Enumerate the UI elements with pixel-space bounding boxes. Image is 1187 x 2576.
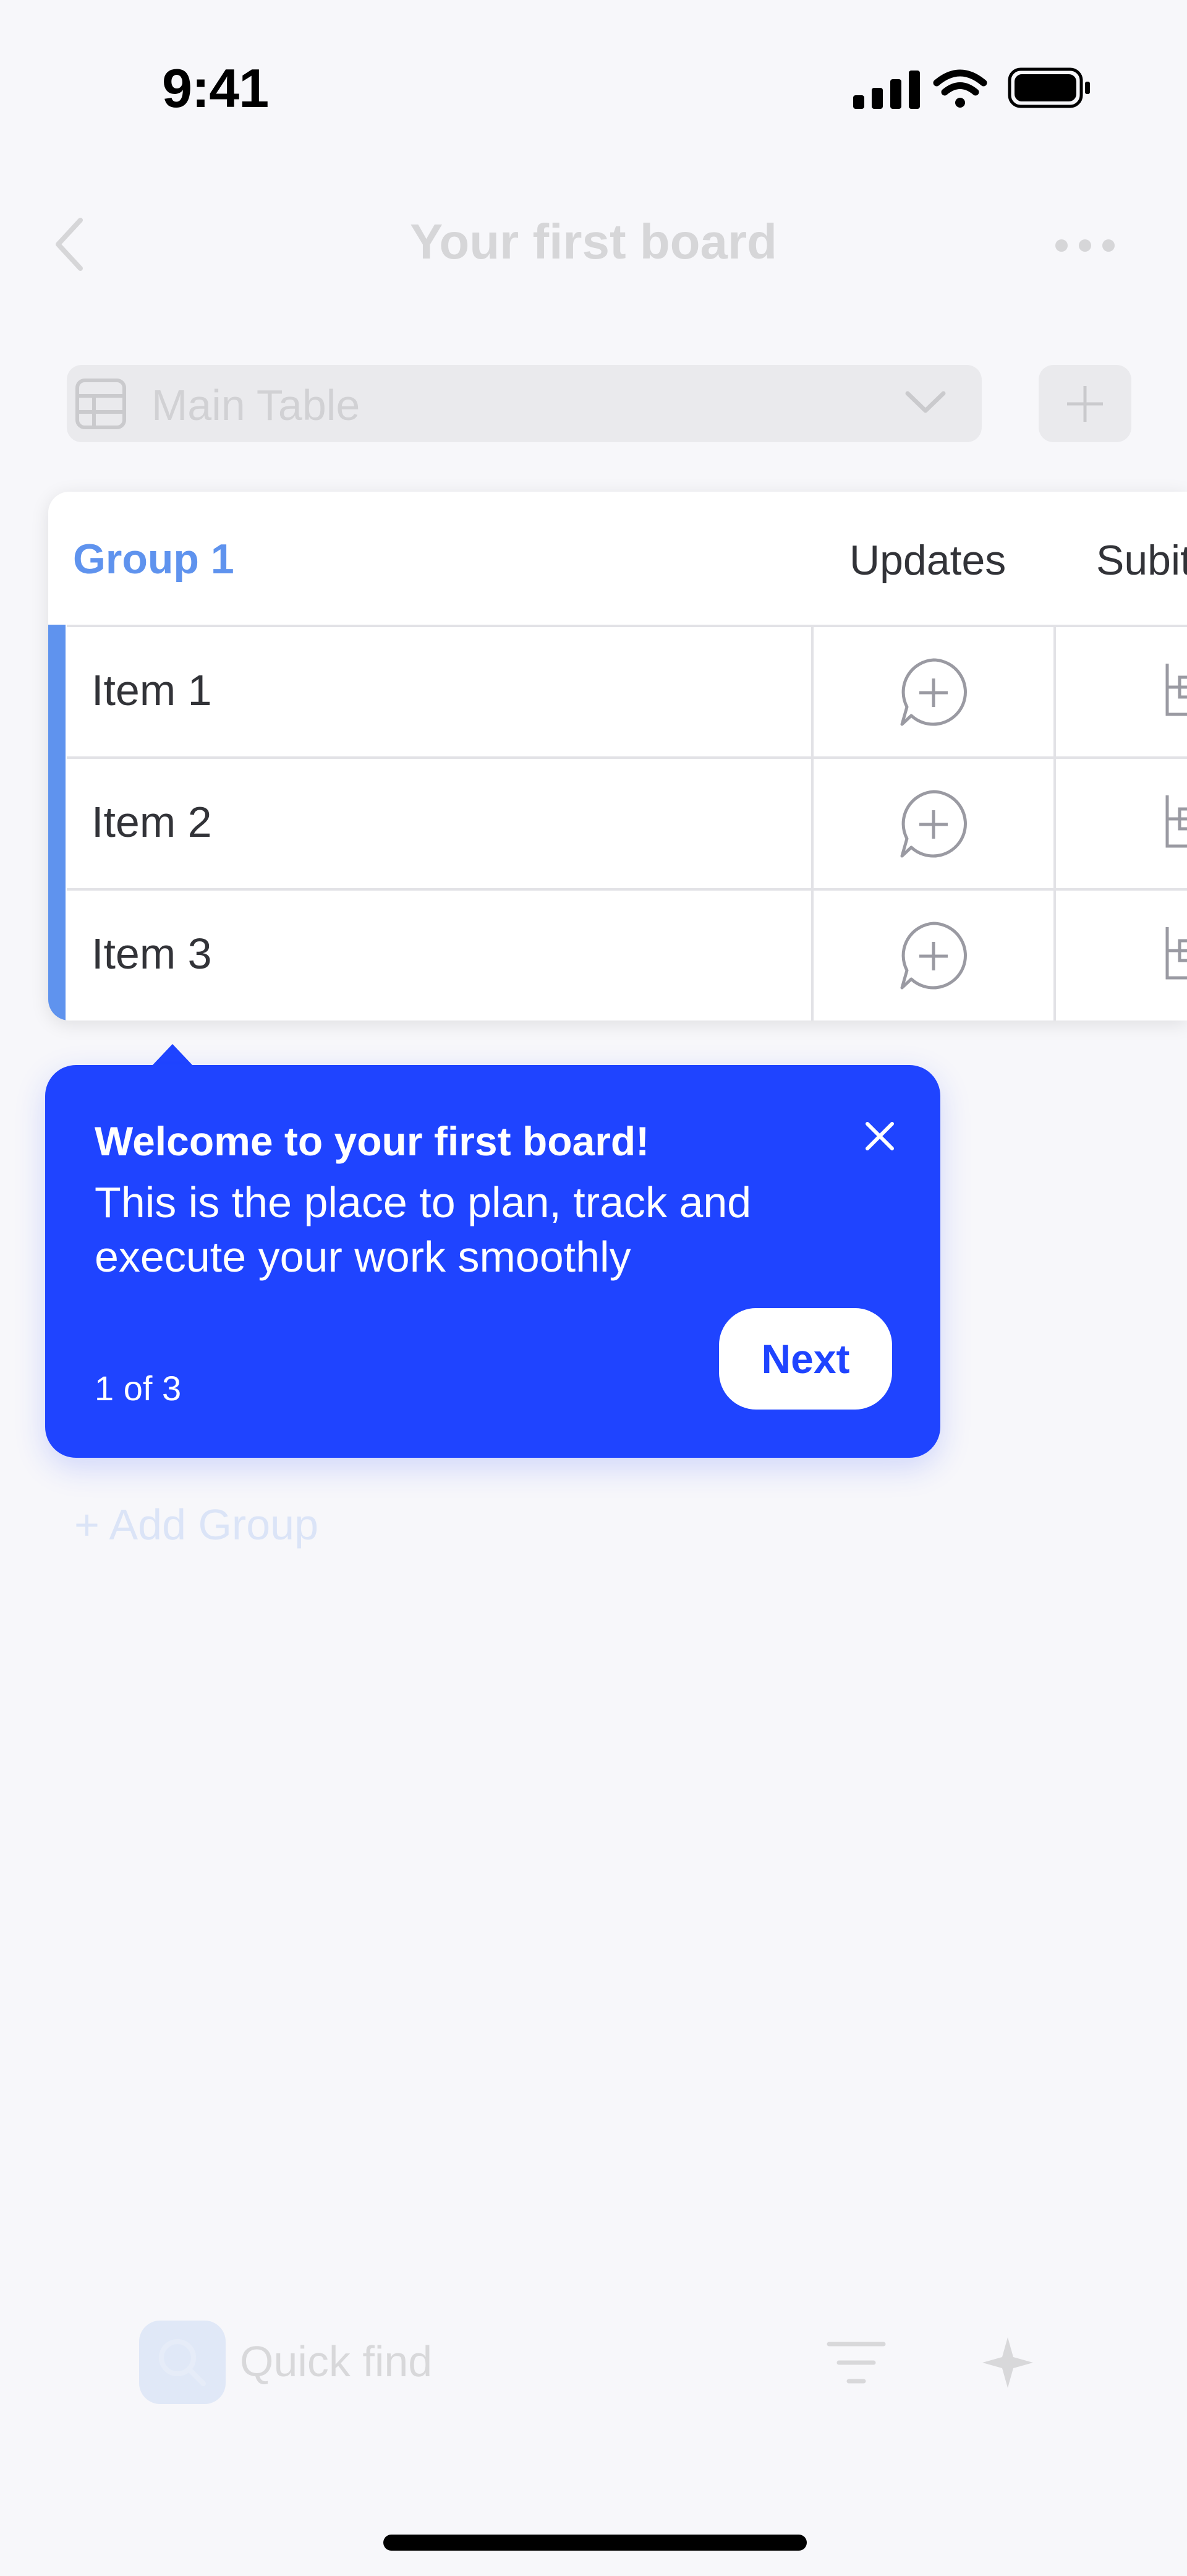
close-icon[interactable] — [855, 1111, 904, 1161]
table-row[interactable]: Item 3 — [67, 888, 1187, 1020]
item-name[interactable]: Item 1 — [91, 665, 212, 715]
signal-icon — [853, 71, 920, 109]
tooltip-step-counter: 1 of 3 — [95, 1369, 182, 1408]
table-row[interactable]: Item 2 — [67, 756, 1187, 888]
board-table: Group 1 Updates Subitems Item 1 Item 2 I… — [48, 492, 1187, 1021]
sparkle-icon[interactable] — [980, 2335, 1036, 2390]
tooltip-pointer — [151, 1044, 194, 1066]
group-color-bar — [48, 625, 66, 1021]
chevron-down-icon[interactable] — [904, 390, 947, 414]
more-horizontal-icon[interactable] — [1054, 238, 1116, 253]
table-row[interactable]: Item 1 — [67, 625, 1187, 756]
add-update-icon[interactable] — [895, 785, 972, 863]
board-title: Your first board — [409, 214, 778, 269]
search-icon — [159, 2339, 206, 2386]
home-indicator — [383, 2535, 807, 2551]
add-update-icon[interactable] — [895, 917, 972, 995]
tooltip-title: Welcome to your first board! — [95, 1118, 650, 1164]
wifi-icon — [933, 69, 987, 108]
filter-icon[interactable] — [825, 2338, 887, 2387]
next-button[interactable]: Next — [719, 1308, 892, 1410]
plus-icon — [1067, 386, 1103, 422]
column-divider — [1053, 625, 1056, 1021]
battery-icon — [1008, 67, 1090, 108]
subitems-icon[interactable] — [1161, 659, 1187, 721]
group-title[interactable]: Group 1 — [73, 535, 234, 583]
item-name[interactable]: Item 2 — [91, 797, 212, 847]
subitems-icon[interactable] — [1161, 922, 1187, 984]
item-name[interactable]: Item 3 — [91, 929, 212, 978]
tooltip-body: This is the place to plan, track and exe… — [95, 1178, 752, 1281]
status-icons — [853, 67, 1090, 109]
status-time: 9:41 — [162, 58, 269, 119]
add-update-icon[interactable] — [895, 654, 972, 732]
add-group-link[interactable]: + Add Group — [74, 1500, 318, 1549]
column-header-updates[interactable]: Updates — [849, 536, 1006, 584]
view-tab-label: Main Table — [151, 381, 360, 429]
search-input[interactable]: Quick find — [240, 2337, 432, 2386]
column-divider — [811, 625, 814, 1021]
onboarding-tooltip: Welcome to your first board! This is the… — [45, 1065, 940, 1458]
column-header-subitems[interactable]: Subitems — [1096, 536, 1187, 584]
subitems-icon[interactable] — [1161, 790, 1187, 852]
table-icon — [75, 379, 126, 429]
